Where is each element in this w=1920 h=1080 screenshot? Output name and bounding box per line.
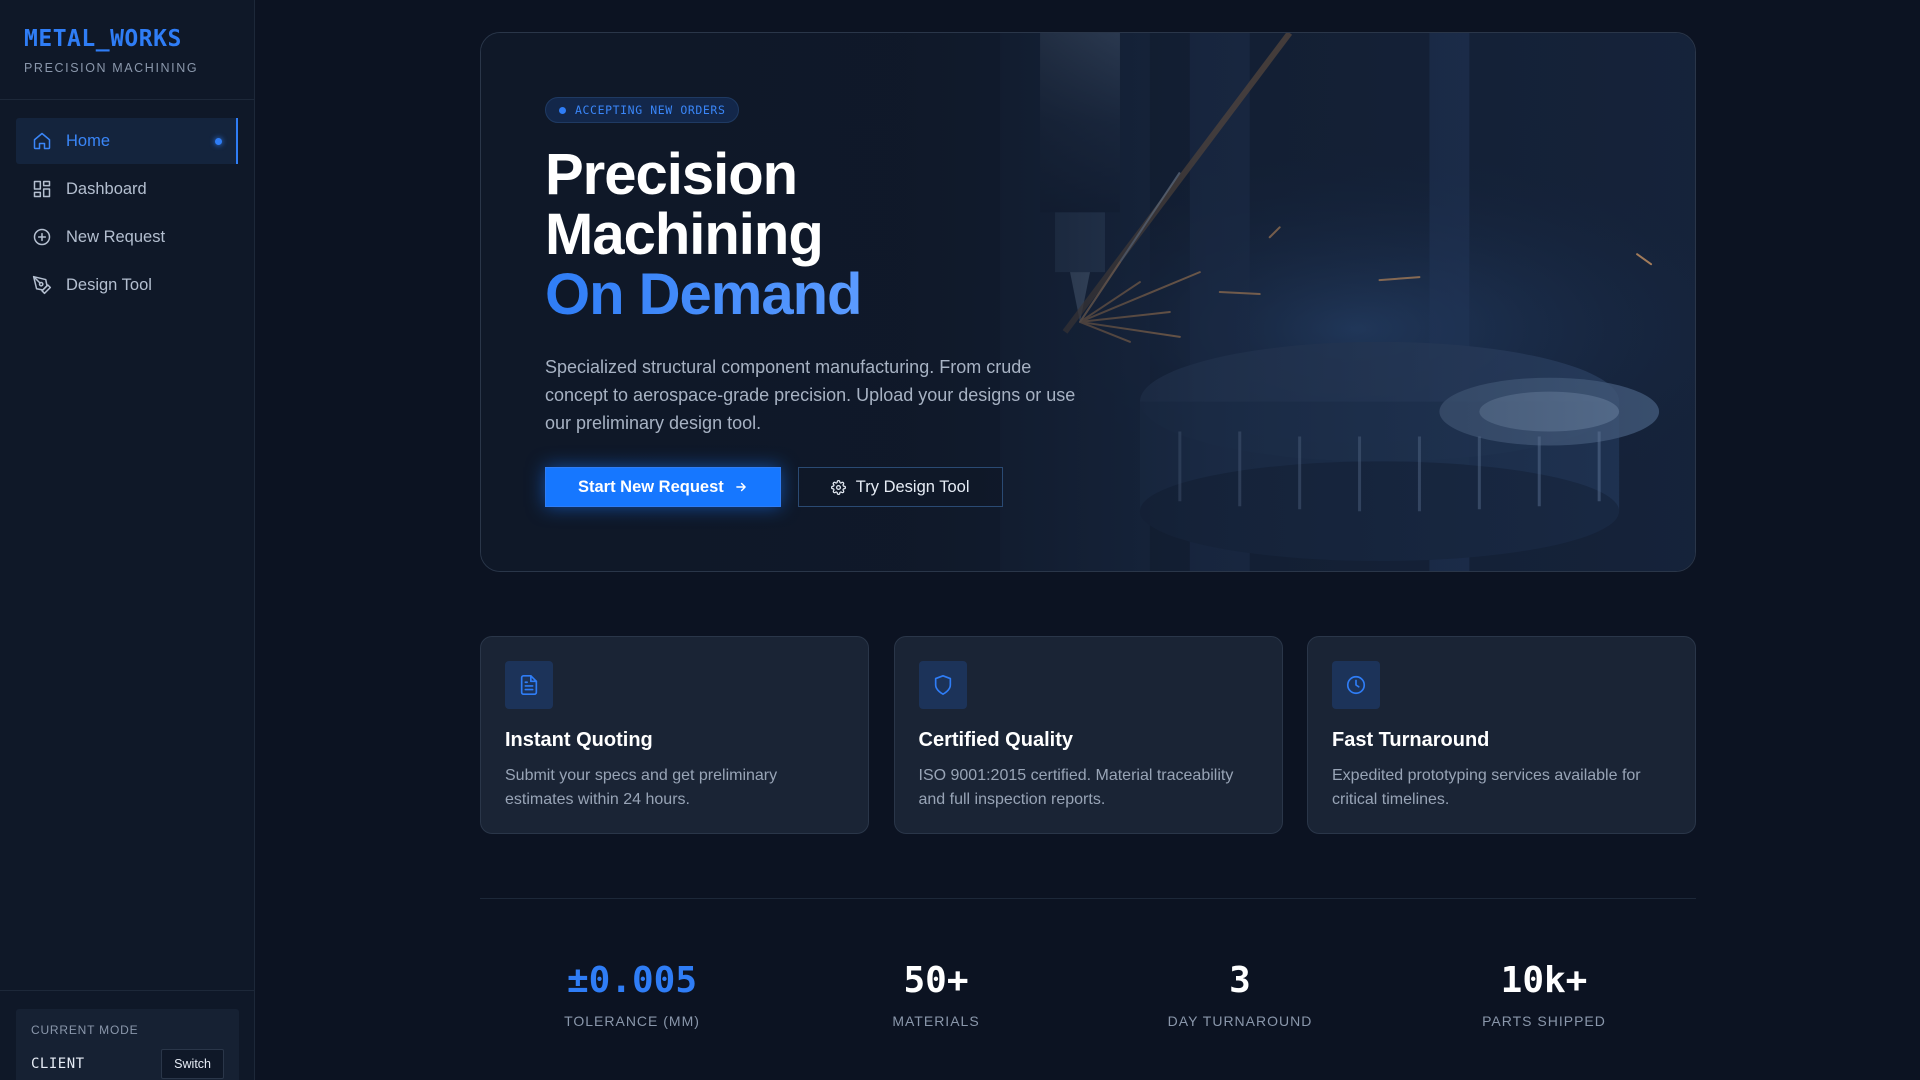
shield-icon bbox=[918, 661, 967, 709]
sidebar-item-label: Dashboard bbox=[66, 179, 147, 198]
document-icon bbox=[505, 661, 553, 709]
sidebar-item-design-tool[interactable]: Design Tool bbox=[16, 262, 238, 308]
stat-value: 3 bbox=[1229, 960, 1251, 1001]
hero-description: Specialized structural component manufac… bbox=[545, 357, 1076, 433]
arrow-right-icon bbox=[734, 480, 748, 494]
feature-card-fast-turnaround: Fast Turnaround Expedited prototyping se… bbox=[1307, 636, 1696, 834]
stats-section: ±0.005 TOLERANCE (MM) 50+ MATERIALS 3 DA… bbox=[480, 960, 1696, 1029]
status-badge-label: ACCEPTING NEW ORDERS bbox=[575, 103, 726, 117]
brand: METAL_WORKS PRECISION MACHINING bbox=[0, 0, 254, 100]
stat-value: 50+ bbox=[903, 960, 969, 1001]
stat-value: 10k+ bbox=[1500, 960, 1588, 1001]
brand-tagline: PRECISION MACHINING bbox=[24, 61, 199, 75]
feature-description: Expedited prototyping services available… bbox=[1332, 767, 1641, 808]
try-design-tool-label: Try Design Tool bbox=[855, 477, 970, 496]
stat-parts-shipped: 10k+ PARTS SHIPPED bbox=[1392, 960, 1696, 1029]
stat-label: PARTS SHIPPED bbox=[1482, 1013, 1606, 1029]
hero-content: ACCEPTING NEW ORDERS Precision Machining… bbox=[545, 97, 1165, 507]
feature-card-instant-quoting: Instant Quoting Submit your specs and ge… bbox=[480, 636, 869, 834]
sidebar-item-new-request[interactable]: New Request bbox=[16, 214, 238, 260]
sidebar-item-dashboard[interactable]: Dashboard bbox=[16, 166, 238, 212]
stat-value: ±0.005 bbox=[566, 960, 698, 1001]
hero-title-accent: On Demand bbox=[545, 262, 862, 327]
hero-banner: ACCEPTING NEW ORDERS Precision Machining… bbox=[480, 32, 1696, 572]
sidebar-item-label: Home bbox=[66, 131, 111, 150]
hero-title-line2: Machining bbox=[545, 202, 824, 267]
pen-tool-icon bbox=[32, 275, 52, 295]
stat-turnaround: 3 DAY TURNAROUND bbox=[1088, 960, 1392, 1029]
hero-title: Precision Machining On Demand bbox=[545, 145, 1165, 325]
mode-value: CLIENT bbox=[31, 1056, 85, 1072]
sidebar: METAL_WORKS PRECISION MACHINING Home Das… bbox=[0, 0, 255, 1080]
gear-icon bbox=[830, 479, 846, 495]
stat-materials: 50+ MATERIALS bbox=[784, 960, 1088, 1029]
feature-description: Submit your specs and get preliminary es… bbox=[505, 767, 778, 808]
sidebar-item-home[interactable]: Home bbox=[16, 118, 238, 164]
clock-icon bbox=[1332, 661, 1380, 709]
hero-actions: Start New Request Try Design Tool bbox=[545, 467, 1165, 507]
features-section: Instant Quoting Submit your specs and ge… bbox=[480, 636, 1696, 834]
stat-tolerance: ±0.005 TOLERANCE (MM) bbox=[480, 960, 784, 1029]
grid-icon bbox=[32, 179, 52, 199]
stat-label: TOLERANCE (MM) bbox=[564, 1013, 700, 1029]
mode-panel: CURRENT MODE CLIENT Switch bbox=[0, 990, 255, 1080]
feature-title: Instant Quoting bbox=[505, 729, 653, 751]
plus-circle-icon bbox=[32, 227, 52, 247]
feature-description: ISO 9001:2015 certified. Material tracea… bbox=[918, 767, 1234, 808]
status-badge: ACCEPTING NEW ORDERS bbox=[545, 97, 740, 123]
active-indicator-dot bbox=[215, 137, 222, 145]
stat-label: DAY TURNAROUND bbox=[1167, 1013, 1313, 1029]
sidebar-item-label: New Request bbox=[66, 227, 166, 246]
feature-title: Certified Quality bbox=[918, 729, 1073, 751]
mode-box: CURRENT MODE CLIENT Switch bbox=[16, 1009, 239, 1080]
stat-label: MATERIALS bbox=[892, 1013, 980, 1029]
feature-card-certified-quality: Certified Quality ISO 9001:2015 certifie… bbox=[893, 636, 1283, 834]
brand-logo[interactable]: METAL_WORKS bbox=[24, 26, 230, 52]
home-icon bbox=[32, 131, 52, 151]
sidebar-item-label: Design Tool bbox=[66, 275, 152, 294]
switch-mode-button[interactable]: Switch bbox=[161, 1049, 224, 1079]
status-dot-icon bbox=[559, 106, 566, 114]
section-divider bbox=[480, 898, 1696, 899]
start-new-request-label: Start New Request bbox=[578, 477, 724, 496]
sidebar-nav: Home Dashboard New Request Design Tool bbox=[0, 100, 254, 308]
mode-label: CURRENT MODE bbox=[31, 1023, 139, 1037]
try-design-tool-button[interactable]: Try Design Tool bbox=[797, 467, 1003, 507]
feature-title: Fast Turnaround bbox=[1332, 729, 1490, 751]
hero-title-line1: Precision bbox=[545, 142, 798, 207]
start-new-request-button[interactable]: Start New Request bbox=[545, 467, 781, 507]
